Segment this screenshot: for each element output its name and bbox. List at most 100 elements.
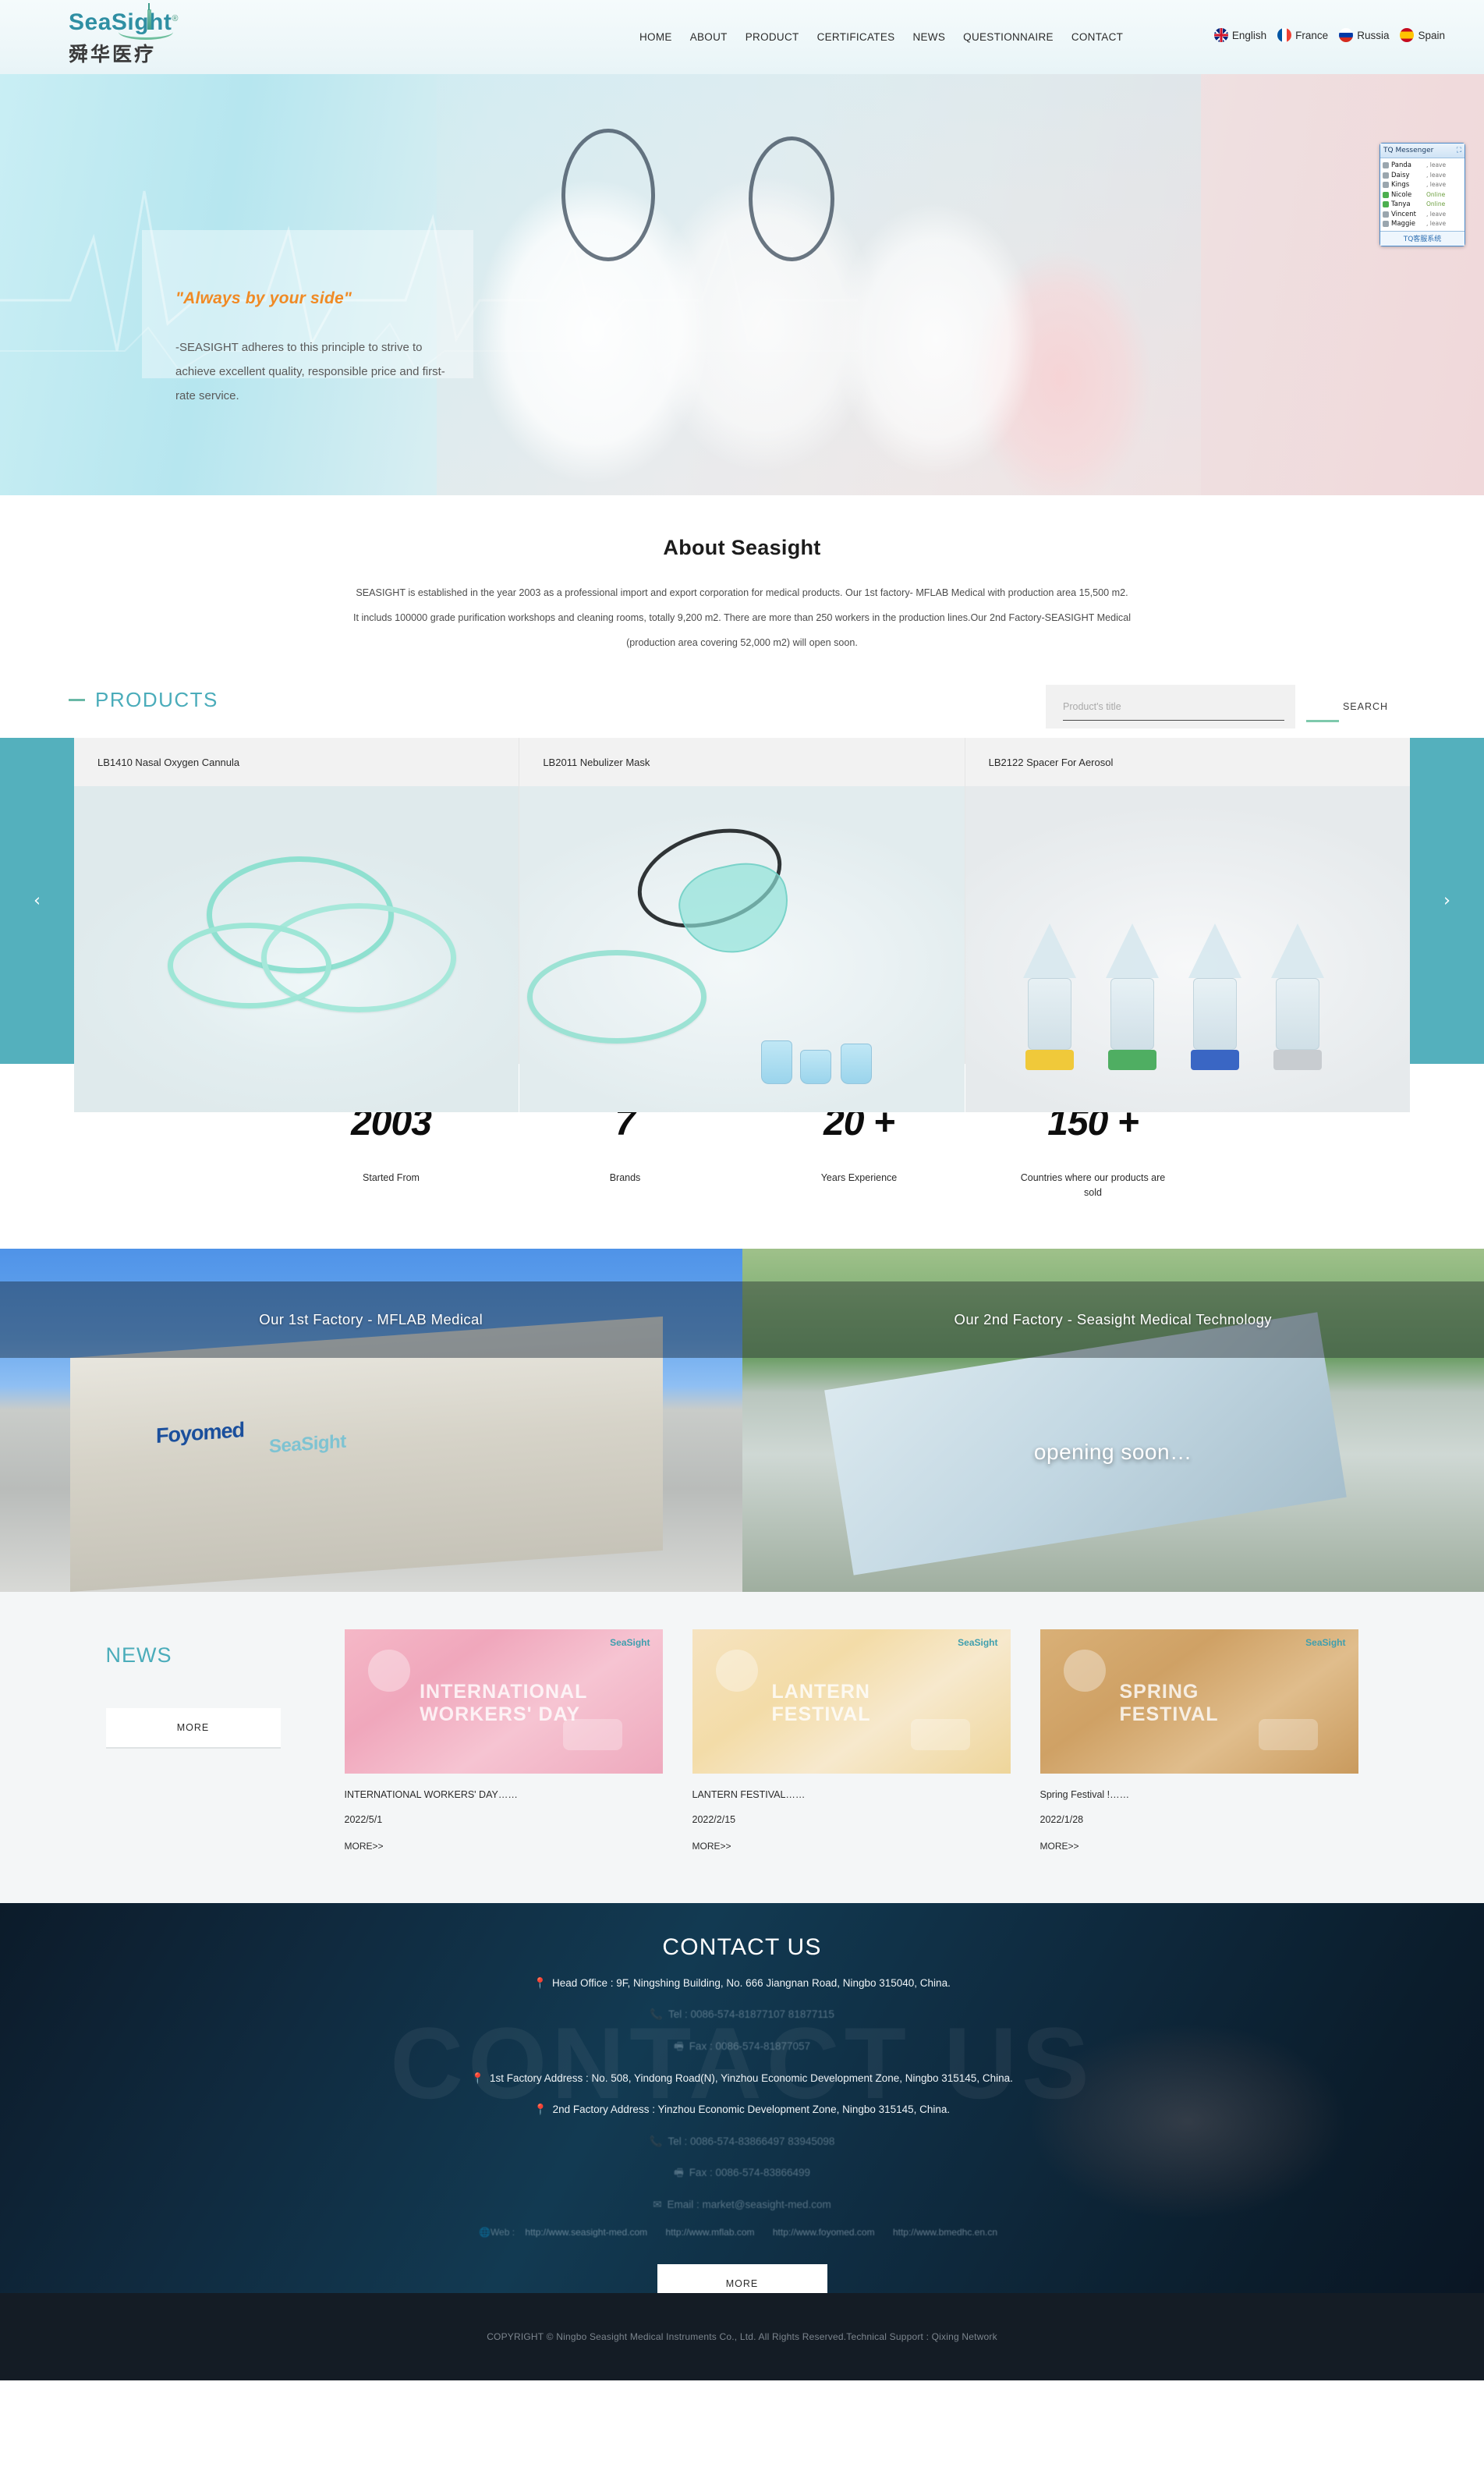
tubing-shape [168,923,331,1009]
avatar [1383,162,1389,169]
list-item[interactable]: Kings , leave [1383,180,1462,190]
contact-tel2: 📞 Tel : 0086-574-83866497 83945098 [0,2133,1484,2151]
status-badge: , leave [1426,171,1447,179]
product-card[interactable]: LB2122 Spacer For Aerosol [965,738,1410,1113]
news-item[interactable]: SeaSight LANTERN FESTIVAL LANTERN FESTIV… [692,1629,1011,1852]
search-field-wrapper [1046,685,1295,728]
news-thumbnail[interactable]: SeaSight SPRING FESTIVAL [1040,1629,1358,1774]
needle-icon [147,3,151,30]
web-link[interactable]: http://www.foyomed.com [773,2227,875,2238]
news-item-more-link[interactable]: MORE>> [692,1841,1011,1852]
tq-messenger-widget[interactable]: TQ Messenger ⛶ Panda , leave Daisy , lea… [1380,143,1465,246]
chevron-right-icon[interactable]: › [1410,891,1484,911]
nav-item-about[interactable]: ABOUT [690,31,728,43]
search-button-label: SEARCH [1342,701,1389,713]
list-item[interactable]: Daisy , leave [1383,171,1462,181]
web-link[interactable]: http://www.mflab.com [665,2227,754,2238]
dash-icon [69,699,85,702]
language-option-russia[interactable]: Russia [1339,28,1389,42]
stat-countries: 150 + Countries where our products are s… [1015,1101,1171,1200]
stethoscope-icon [749,136,834,261]
mask-cone-shape [1270,923,1324,979]
contact-factory2: 📍 2nd Factory Address : Yinzhou Economic … [0,2101,1484,2119]
factory-card-second[interactable]: Our 2nd Factory - Seasight Medical Techn… [742,1248,1484,1592]
list-item[interactable]: Vincent , leave [1383,210,1462,220]
stat-brands: 7 Brands [547,1101,703,1200]
product-carousel: ‹ LB1410 Nasal Oxygen Cannula LB2011 Neb… [0,738,1484,1113]
news-more-button[interactable]: MORE [105,1707,281,1749]
status-badge: , leave [1426,181,1447,188]
nav-item-home[interactable]: HOME [639,31,672,43]
product-card[interactable]: LB2011 Nebulizer Mask [519,738,965,1113]
contact-web-row: 🌐Web : http://www.seasight-med.com http:… [0,2227,1484,2238]
tq-contact-list: Panda , leave Daisy , leave Kings , leav… [1380,158,1465,231]
copyright-text: COPYRIGHT © Ningbo Seasight Medical Inst… [487,2330,997,2342]
carousel-prev-region[interactable]: ‹ [0,738,74,1065]
product-card-list: LB1410 Nasal Oxygen Cannula LB2011 Nebul… [74,738,1410,1113]
contact-more-button[interactable]: MORE [657,2263,827,2293]
contact-tel: 📞 Tel : 0086-574-81877107 81877115 [0,2006,1484,2024]
news-item-date: 2022/1/28 [1040,1813,1084,1825]
base-shape [1025,1050,1074,1071]
globe-icon: 🌐 [478,2226,491,2238]
email-text[interactable]: Email : market@seasight-med.com [668,2199,831,2210]
language-option-spain[interactable]: Spain [1400,28,1445,42]
product-image-nebulizer-mask [519,786,965,1113]
web-link[interactable]: http://www.bmedhc.en.cn [893,2227,997,2238]
list-item[interactable]: Panda , leave [1383,161,1462,171]
news-title: NEWS [105,1643,172,1667]
site-logo[interactable]: SeaSight® 舜华医疗 [69,3,217,67]
hero-banner: "Always by your side" -SEASIGHT adheres … [0,74,1484,495]
head-office-text: Head Office : 9F, Ningshing Building, No… [551,1976,951,1989]
news-item[interactable]: SeaSight SPRING FESTIVAL Spring Festival… [1040,1629,1358,1852]
news-item-title[interactable]: INTERNATIONAL WORKERS' DAY…… [345,1789,663,1800]
language-option-english[interactable]: English [1213,28,1266,42]
list-item[interactable]: Nicole Online [1383,190,1462,200]
about-body: SEASIGHT is established in the year 2003… [352,587,1132,649]
news-item-more-link[interactable]: MORE>> [1040,1841,1358,1852]
nav-item-product[interactable]: PRODUCT [746,31,799,43]
search-input[interactable] [1063,701,1278,713]
product-title: LB2011 Nebulizer Mask [543,756,650,768]
fax2-text: Fax : 0086-574-83866499 [689,2167,811,2179]
main-navigation: HOME ABOUT PRODUCT CERTIFICATES NEWS QUE… [639,31,1123,43]
language-option-france[interactable]: France [1277,28,1328,42]
news-item[interactable]: SeaSight INTERNATIONAL WORKERS' DAY INTE… [344,1629,663,1852]
language-label: Russia [1357,29,1390,41]
news-item-title[interactable]: LANTERN FESTIVAL…… [692,1789,1011,1800]
news-thumb-brand: SeaSight [610,1636,650,1648]
list-item[interactable]: Tanya Online [1383,200,1462,210]
news-item-more-link[interactable]: MORE>> [345,1841,663,1852]
news-thumbnail[interactable]: SeaSight LANTERN FESTIVAL [692,1629,1011,1774]
news-item-date: 2022/5/1 [344,1813,383,1825]
language-label: France [1295,29,1329,41]
web-link[interactable]: http://www.seasight-med.com [525,2227,647,2238]
news-thumb-text: LANTERN FESTIVAL [771,1681,871,1726]
factory-opening-soon-label: opening soon… [1033,1439,1192,1464]
chevron-left-icon[interactable]: ‹ [0,891,74,911]
vial-shape [841,1044,873,1085]
phone-icon: 📞 [650,2008,663,2022]
nav-item-news[interactable]: NEWS [912,31,945,43]
contact-name: Maggie [1391,220,1415,228]
news-item-list: SeaSight INTERNATIONAL WORKERS' DAY INTE… [344,1629,1413,1852]
search-button[interactable]: SEARCH [1295,685,1436,729]
product-card[interactable]: LB1410 Nasal Oxygen Cannula [74,738,520,1113]
tq-messenger-footer-link[interactable]: TQ客服系统 [1380,230,1465,246]
nav-item-questionnaire[interactable]: QUESTIONNAIRE [963,31,1054,43]
products-section: PRODUCTS SEARCH ‹ LB1410 Nasal Oxygen Ca… [0,672,1484,1113]
minimize-icon[interactable]: ⛶ [1457,147,1461,154]
list-item[interactable]: Maggie , leave [1383,219,1462,229]
factory-card-first[interactable]: Foyomed SeaSight Our 1st Factory - MFLAB… [0,1248,742,1592]
carousel-next-region[interactable]: › [1410,738,1484,1065]
spacer-unit [1096,923,1168,1071]
nav-item-certificates[interactable]: CERTIFICATES [817,31,895,43]
base-shape [1107,1050,1156,1071]
news-inner: NEWS MORE SeaSight INTERNATIONAL WORKERS… [72,1629,1413,1852]
news-thumbnail[interactable]: SeaSight INTERNATIONAL WORKERS' DAY [344,1629,663,1774]
news-item-title[interactable]: Spring Festival !…… [1040,1789,1358,1800]
fax-text: Fax : 0086-574-81877057 [689,2040,811,2053]
foyomed-building-logo: Foyomed [156,1417,245,1448]
nav-item-contact[interactable]: CONTACT [1071,31,1123,43]
news-thumb-brand: SeaSight [1305,1636,1346,1648]
